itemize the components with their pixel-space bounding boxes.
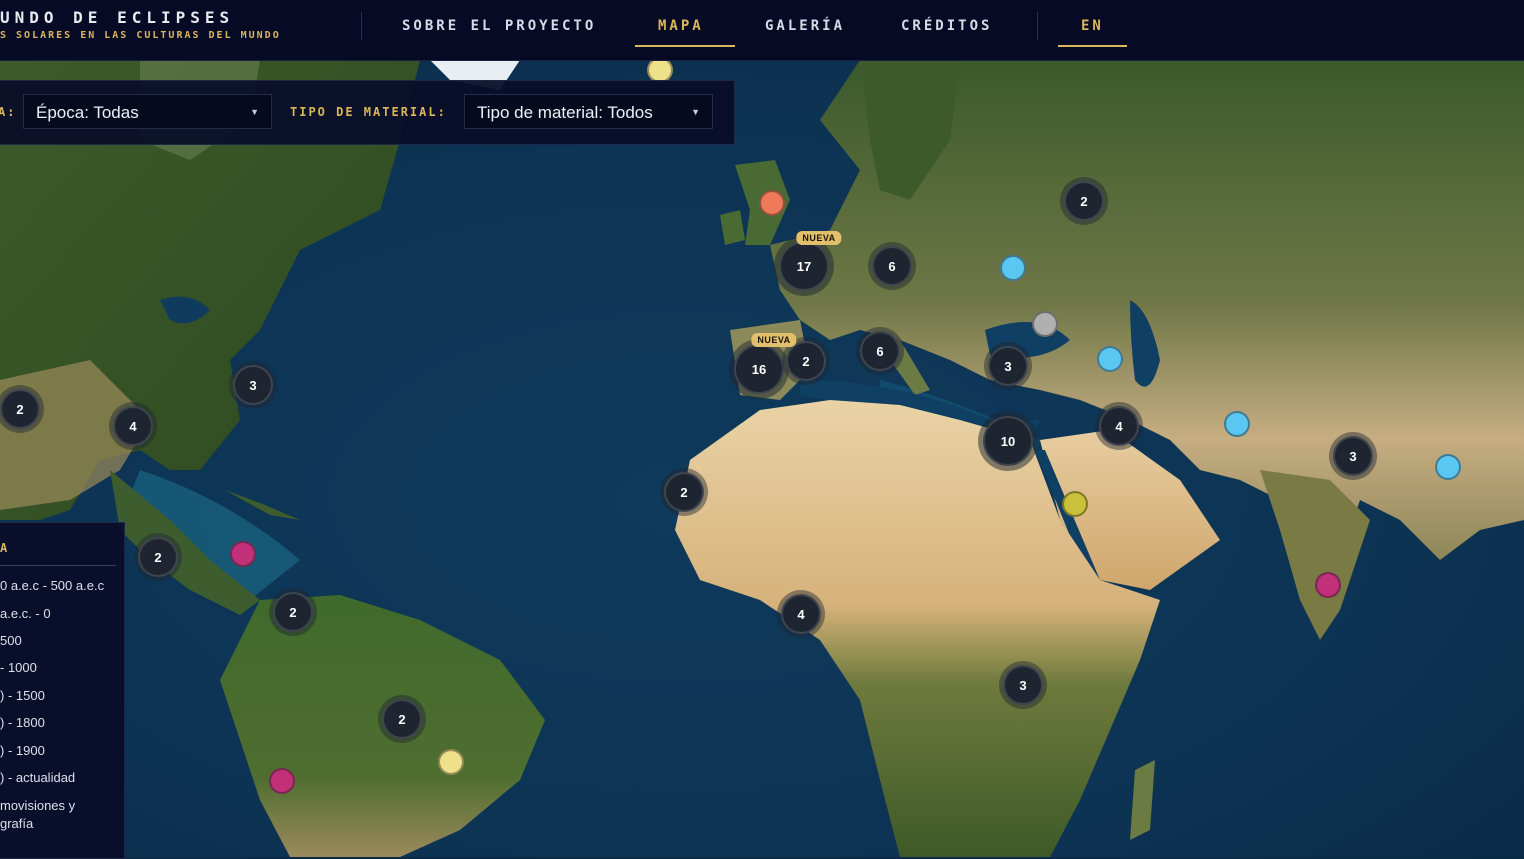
nav-credits[interactable]: CRÉDITOS: [901, 18, 992, 34]
legend-item[interactable]: a.e.c. - 0: [0, 606, 51, 621]
map-point-marker[interactable]: [438, 749, 464, 775]
map-point-marker[interactable]: [1062, 491, 1088, 517]
map-cluster-marker[interactable]: 2: [1064, 181, 1104, 221]
nav-map-underline: [635, 45, 735, 47]
legend-item[interactable]: ) - 1900: [0, 743, 45, 758]
new-badge: NUEVA: [751, 333, 797, 347]
epoch-legend: A 0 a.e.c - 500 a.e.c a.e.c. - 0 500 - 1…: [0, 522, 125, 859]
epoch-select[interactable]: Época: Todas ▼: [23, 94, 272, 129]
map-cluster-marker[interactable]: 4: [781, 594, 821, 634]
map-point-marker[interactable]: [1435, 454, 1461, 480]
header-divider: [1037, 12, 1038, 40]
nav-about[interactable]: SOBRE EL PROYECTO: [402, 18, 596, 34]
material-filter-label: TIPO DE MATERIAL:: [290, 105, 447, 119]
legend-divider: [0, 565, 116, 566]
map-point-marker[interactable]: [1097, 346, 1123, 372]
map-cluster-marker[interactable]: 10: [983, 416, 1033, 466]
map-cluster-marker[interactable]: 3: [1333, 436, 1373, 476]
map-point-marker[interactable]: [230, 541, 256, 567]
language-underline: [1058, 45, 1127, 47]
site-subtitle: S SOLARES EN LAS CULTURAS DEL MUNDO: [0, 30, 281, 41]
map-point-marker[interactable]: [759, 190, 785, 216]
legend-title: A: [0, 541, 8, 555]
material-select[interactable]: Tipo de material: Todos ▼: [464, 94, 713, 129]
chevron-down-icon: ▼: [250, 107, 259, 117]
material-select-value: Tipo de material: Todos: [477, 103, 653, 122]
map-cluster-marker[interactable]: 4: [1099, 406, 1139, 446]
legend-item[interactable]: ) - 1500: [0, 688, 45, 703]
legend-item[interactable]: - 1000: [0, 660, 37, 675]
map-point-marker[interactable]: [1315, 572, 1341, 598]
chevron-down-icon: ▼: [691, 107, 700, 117]
map-cluster-marker[interactable]: 3: [988, 346, 1028, 386]
language-toggle[interactable]: EN: [1081, 18, 1104, 34]
map-point-marker[interactable]: [1224, 411, 1250, 437]
legend-item[interactable]: ) - 1800: [0, 715, 45, 730]
filter-bar: A: Época: Todas ▼ TIPO DE MATERIAL: Tipo…: [0, 80, 735, 145]
header-divider: [361, 12, 362, 40]
top-header: UNDO DE ECLIPSES S SOLARES EN LAS CULTUR…: [0, 0, 1524, 61]
legend-item[interactable]: 500: [0, 633, 22, 648]
legend-item[interactable]: movisiones y: [0, 798, 75, 813]
map-point-marker[interactable]: [269, 768, 295, 794]
world-map[interactable]: [0, 60, 1524, 857]
map-cluster-marker[interactable]: 2: [664, 472, 704, 512]
map-cluster-marker[interactable]: 2: [786, 341, 826, 381]
epoch-select-value: Época: Todas: [36, 103, 139, 122]
site-title[interactable]: UNDO DE ECLIPSES: [0, 8, 234, 27]
nav-map[interactable]: MAPA: [658, 18, 704, 34]
map-cluster-marker[interactable]: 2: [382, 699, 422, 739]
map-cluster-marker[interactable]: 6: [872, 246, 912, 286]
epoch-filter-label: A:: [0, 105, 17, 119]
map-cluster-marker[interactable]: 17: [779, 241, 829, 291]
legend-item[interactable]: ) - actualidad: [0, 770, 75, 785]
map-point-marker[interactable]: [1032, 311, 1058, 337]
map-cluster-marker[interactable]: 3: [233, 365, 273, 405]
map-cluster-marker[interactable]: 2: [138, 537, 178, 577]
new-badge: NUEVA: [796, 231, 842, 245]
map-cluster-marker[interactable]: 16: [734, 344, 784, 394]
map-cluster-marker[interactable]: 2: [0, 389, 40, 429]
map-cluster-marker[interactable]: 2: [273, 592, 313, 632]
nav-gallery[interactable]: GALERÍA: [765, 18, 845, 34]
legend-item[interactable]: grafía: [0, 816, 33, 831]
map-cluster-marker[interactable]: 3: [1003, 665, 1043, 705]
legend-item[interactable]: 0 a.e.c - 500 a.e.c: [0, 578, 104, 593]
map-point-marker[interactable]: [1000, 255, 1026, 281]
map-cluster-marker[interactable]: 6: [860, 331, 900, 371]
map-cluster-marker[interactable]: 4: [113, 406, 153, 446]
